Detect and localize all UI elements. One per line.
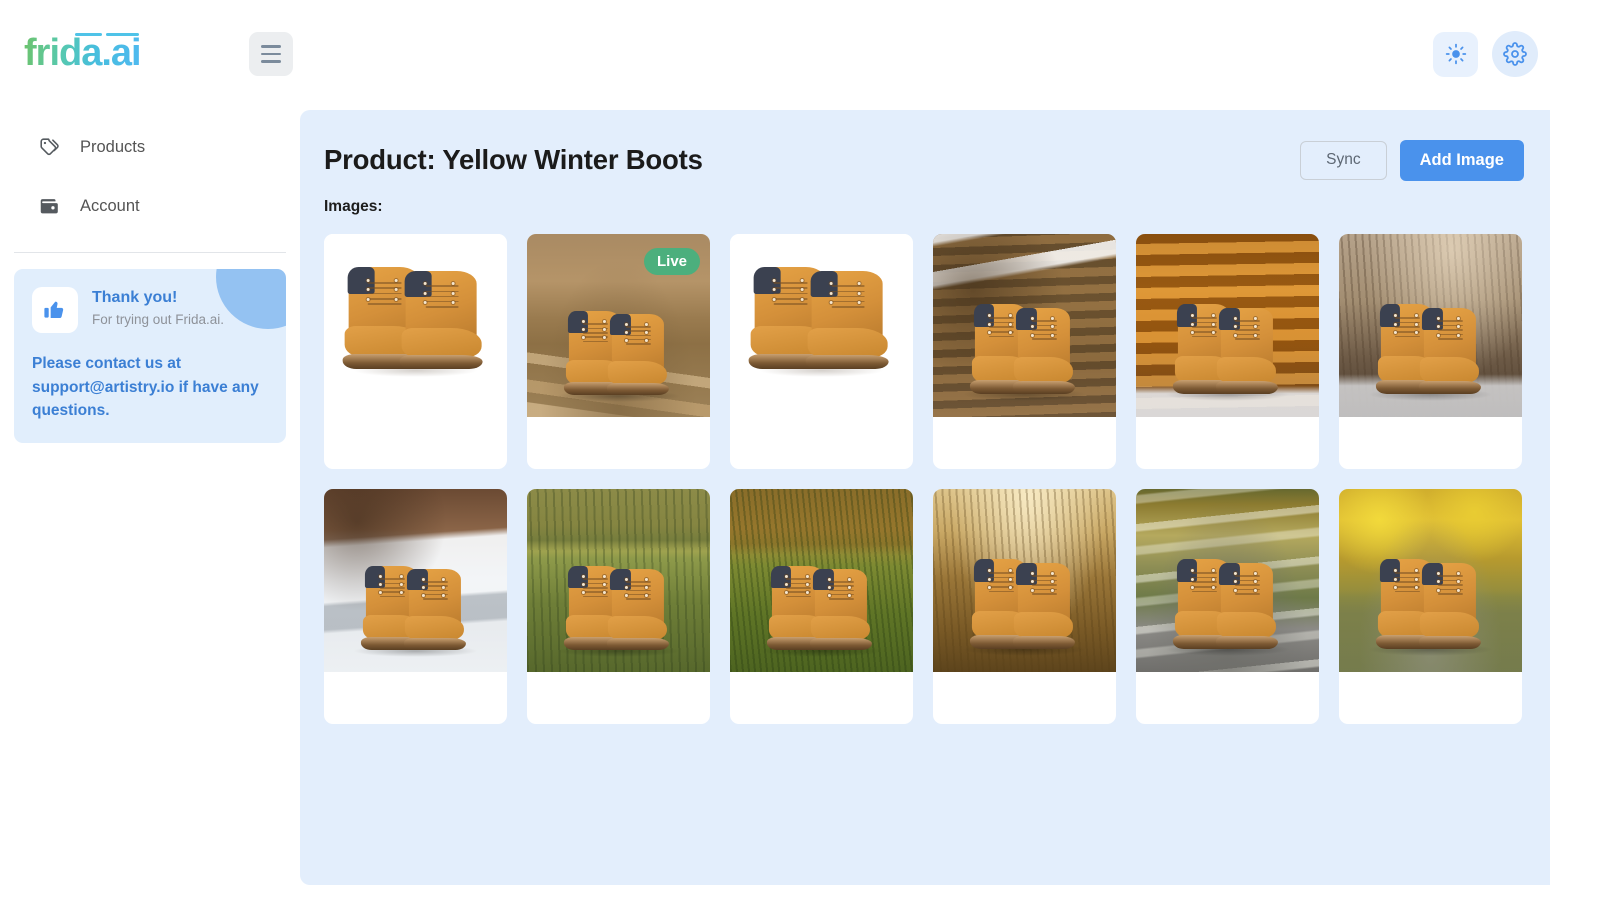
thumbs-up-icon: [32, 287, 78, 333]
promo-title: Thank you!: [92, 289, 178, 306]
image-card[interactable]: [933, 489, 1116, 724]
image-thumbnail: [1339, 234, 1522, 417]
brand-logo[interactable]: frida.ai: [24, 34, 142, 72]
image-card[interactable]: [730, 489, 913, 724]
image-thumbnail: [933, 234, 1116, 417]
live-badge: Live: [643, 248, 700, 276]
hamburger-icon: [261, 45, 281, 48]
promo-card: Thank you! For trying out Frida.ai. Plea…: [14, 269, 286, 443]
image-card[interactable]: [1339, 234, 1522, 469]
sun-icon: [1445, 43, 1466, 65]
settings-button[interactable]: [1492, 31, 1538, 77]
image-thumbnail: [324, 234, 507, 417]
image-thumbnail: [730, 234, 913, 417]
main-panel: Product: Yellow Winter Boots Sync Add Im…: [300, 110, 1550, 885]
image-card[interactable]: Live: [527, 234, 710, 469]
top-bar: frida.ai: [0, 0, 1600, 108]
image-thumbnail: [324, 489, 507, 672]
image-thumbnail: [1136, 234, 1319, 417]
sidebar-item-products[interactable]: Products: [20, 125, 280, 169]
sidebar-item-account[interactable]: Account: [20, 184, 280, 228]
tags-icon: [38, 136, 60, 158]
image-thumbnail: [1136, 489, 1319, 672]
page-title: Product: Yellow Winter Boots: [324, 144, 703, 175]
sidebar-divider: [14, 252, 286, 253]
image-card[interactable]: [527, 489, 710, 724]
image-card[interactable]: [933, 234, 1116, 469]
image-card[interactable]: [730, 234, 913, 469]
gear-icon: [1503, 42, 1527, 66]
image-grid: Live: [300, 234, 1550, 724]
image-card[interactable]: [324, 489, 507, 724]
image-card[interactable]: [324, 234, 507, 469]
sidebar-item-label: Products: [80, 137, 146, 156]
promo-subtitle: For trying out Frida.ai.: [92, 311, 225, 327]
image-card[interactable]: [1136, 234, 1319, 469]
sidebar: Products Account Thank you! For trying o…: [0, 108, 300, 900]
top-bar-actions: [1433, 31, 1538, 77]
main-header: Product: Yellow Winter Boots Sync Add Im…: [300, 110, 1550, 210]
logo-accent-lines: [75, 33, 145, 39]
image-thumbnail: [730, 489, 913, 672]
theme-toggle-button[interactable]: [1433, 31, 1478, 77]
image-thumbnail: [527, 489, 710, 672]
header-actions: Sync Add Image: [1300, 139, 1524, 181]
image-thumbnail: [1339, 489, 1522, 672]
image-card[interactable]: [1339, 489, 1522, 724]
promo-body-text: Please contact us at support@artistry.io…: [32, 355, 259, 420]
hamburger-menu-button[interactable]: [249, 32, 293, 76]
sync-button[interactable]: Sync: [1300, 140, 1387, 180]
sidebar-item-label: Account: [80, 196, 140, 215]
add-image-button[interactable]: Add Image: [1399, 139, 1524, 181]
image-card[interactable]: [1136, 489, 1319, 724]
image-thumbnail: [933, 489, 1116, 672]
wallet-icon: [38, 195, 60, 217]
